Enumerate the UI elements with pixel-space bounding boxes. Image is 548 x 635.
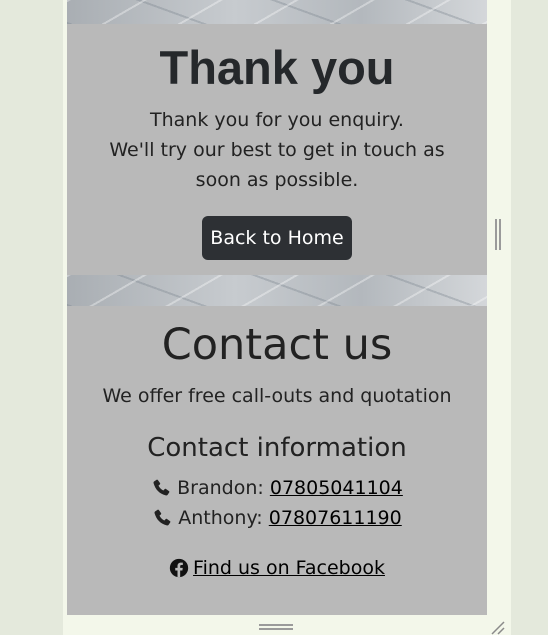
contact-heading: Contact us [161, 320, 393, 370]
contact-section: Contact us We offer free call-outs and q… [67, 306, 487, 615]
back-to-home-button[interactable]: Back to Home [202, 216, 352, 260]
facebook-row: Find us on Facebook [67, 554, 487, 582]
contact-row-anthony: Anthony: 07807611190 [67, 504, 487, 532]
facebook-link[interactable]: Find us on Facebook [169, 554, 385, 582]
contact-info-heading: Contact information [147, 433, 407, 463]
page-viewport: Thank you Thank you for you enquiry. We'… [67, 0, 487, 615]
phone-icon [153, 479, 170, 496]
thank-you-heading: Thank you [159, 41, 395, 94]
facebook-icon [169, 558, 189, 578]
contact-name-brandon: Brandon: [177, 477, 264, 499]
contact-row-brandon: Brandon: 07805041104 [67, 474, 487, 502]
hero-tile-image [67, 0, 487, 24]
thank-you-line-1: Thank you for you enquiry. [150, 109, 404, 131]
horizontal-resize-handle[interactable] [259, 624, 293, 630]
contact-subtitle: We offer free call-outs and quotation [102, 385, 452, 407]
vertical-resize-handle[interactable] [495, 219, 501, 250]
phone-link-brandon[interactable]: 07805041104 [270, 474, 403, 502]
corner-resize-icon[interactable] [489, 619, 505, 635]
divider-tile-image [67, 275, 487, 306]
thank-you-message: Thank you for you enquiry. We'll try our… [87, 105, 467, 195]
phone-icon [154, 509, 171, 526]
contact-name-anthony: Anthony: [178, 507, 263, 529]
phone-link-anthony[interactable]: 07807611190 [269, 504, 402, 532]
thank-you-line-2: We'll try our best to get in touch as so… [109, 139, 445, 191]
thank-you-section: Thank you Thank you for you enquiry. We'… [67, 24, 487, 275]
facebook-label: Find us on Facebook [193, 557, 385, 579]
